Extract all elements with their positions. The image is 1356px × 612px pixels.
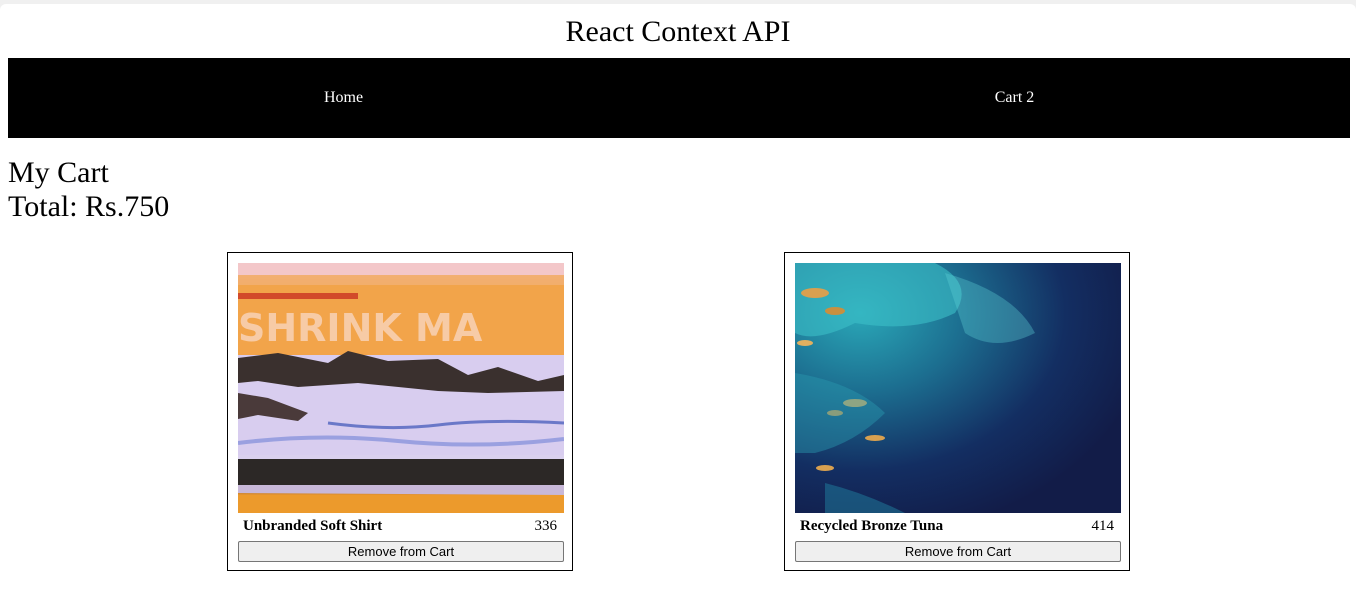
product-image: SHRINK MA: [238, 263, 564, 513]
product-price: 336: [534, 518, 558, 534]
product-card: SHRINK MA Unbranded Soft Shirt 336 Remov…: [227, 252, 573, 571]
cart-total: Total: Rs.750: [8, 190, 170, 223]
product-image: [795, 263, 1121, 513]
product-price: 414: [1091, 518, 1115, 534]
nav-link-cart[interactable]: Cart 2: [679, 89, 1350, 107]
product-info: Recycled Bronze Tuna 414: [800, 517, 1114, 535]
remove-from-cart-button[interactable]: Remove from Cart: [238, 541, 564, 562]
product-info: Unbranded Soft Shirt 336: [243, 517, 557, 535]
svg-text:SHRINK MA: SHRINK MA: [238, 306, 483, 350]
product-card: Recycled Bronze Tuna 414 Remove from Car…: [784, 252, 1130, 571]
nav-link-home[interactable]: Home: [8, 89, 679, 107]
navbar: Home Cart 2: [8, 58, 1350, 138]
product-name: Recycled Bronze Tuna: [800, 518, 944, 534]
app-title: React Context API: [565, 15, 791, 48]
product-name: Unbranded Soft Shirt: [243, 518, 383, 534]
cart-heading: My Cart: [8, 156, 109, 189]
app-container: React Context API Home Cart 2 My Cart To…: [0, 4, 1356, 612]
remove-from-cart-button[interactable]: Remove from Cart: [795, 541, 1121, 562]
